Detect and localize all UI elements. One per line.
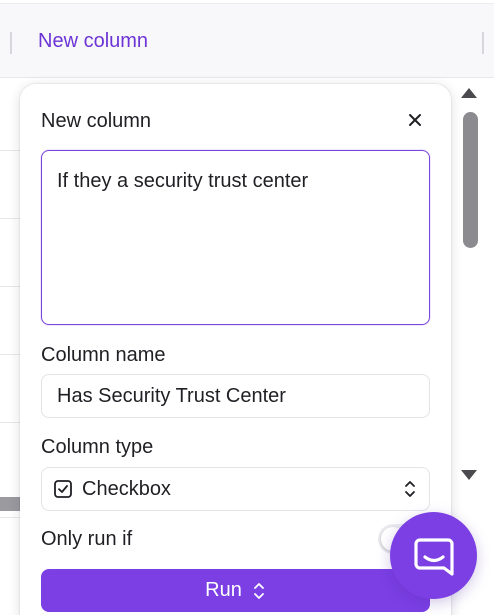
row-divider (0, 354, 22, 355)
scroll-up-arrow-icon[interactable] (461, 88, 477, 98)
panel-title: New column (41, 110, 152, 132)
checkbox-icon (54, 480, 72, 498)
column-resize-handle[interactable] (482, 32, 484, 54)
row-divider (0, 150, 22, 151)
column-type-select[interactable]: Checkbox (41, 467, 430, 511)
table-header-row: New column (0, 4, 494, 78)
prompt-input[interactable]: If they a security trust center (41, 150, 430, 325)
only-run-if-label: Only run if (41, 528, 133, 550)
vertical-scrollbar-thumb[interactable] (463, 112, 478, 248)
chevron-up-down-icon (403, 478, 417, 500)
close-icon (409, 114, 421, 126)
row-divider (0, 286, 22, 287)
divider (0, 517, 22, 518)
column-type-value: Checkbox (82, 477, 171, 500)
new-column-panel: New column If they a security trust cent… (20, 84, 451, 615)
run-button[interactable]: Run (41, 569, 430, 612)
column-name-label: Column name (41, 344, 166, 366)
chevron-up-down-icon (252, 580, 266, 602)
scroll-down-arrow-icon[interactable] (461, 470, 477, 480)
horizontal-scrollbar-thumb[interactable] (0, 497, 20, 511)
app-stage: New column New column If they a security… (0, 0, 494, 615)
row-divider (0, 218, 22, 219)
chat-launcher-button[interactable] (390, 512, 477, 599)
run-button-label: Run (205, 579, 242, 601)
column-resize-handle[interactable] (10, 32, 12, 54)
column-type-label: Column type (41, 436, 154, 458)
chat-icon (413, 537, 454, 576)
column-name-input[interactable] (41, 374, 430, 418)
close-button[interactable] (403, 108, 427, 132)
column-header-new-column[interactable]: New column (38, 30, 148, 53)
row-divider (0, 422, 22, 423)
